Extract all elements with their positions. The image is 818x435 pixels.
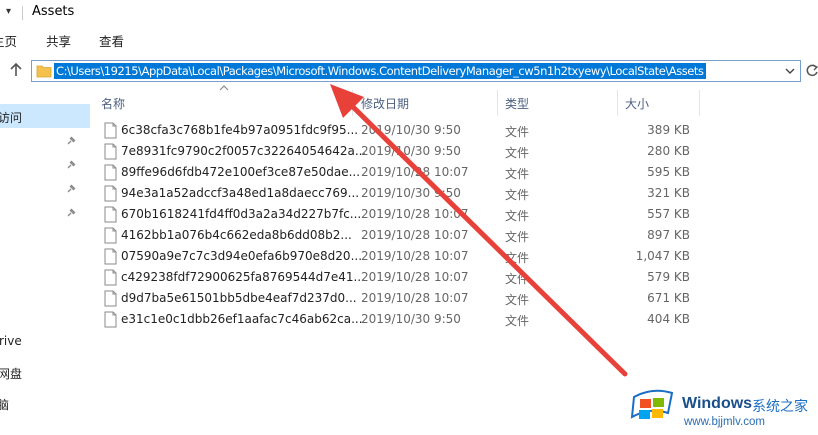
file-row[interactable]: 94e3a1a52adccf3a48ed1a8daecc769... 2019/1… (100, 184, 700, 205)
pin-icon[interactable] (66, 136, 76, 146)
file-date: 2019/10/28 10:07 (361, 228, 469, 242)
column-header-name[interactable]: 名称 (101, 95, 125, 119)
watermark-brand: Windows (682, 395, 753, 412)
file-date: 2019/10/28 10:07 (361, 207, 469, 221)
file-date: 2019/10/30 9:50 (361, 123, 461, 137)
file-icon (104, 122, 117, 139)
file-type: 文件 (505, 272, 530, 286)
file-size: 1,047 KB (635, 249, 690, 263)
file-name[interactable]: 89ffe96d6fdb472e100ef3ce87e50dae... (121, 165, 360, 179)
quick-access-dropdown-icon[interactable]: ▾ (6, 6, 11, 17)
file-row[interactable]: 4162bb1a076b4c662eda8b6dd08b2... 2019/10/… (100, 226, 700, 247)
nav-item-quick-access[interactable]: 访问 (0, 109, 22, 126)
file-type: 文件 (505, 293, 530, 307)
file-size: 404 KB (647, 312, 690, 326)
file-row[interactable]: 7e8931fc9790c2f0057c32264054642a... 2019/… (100, 142, 700, 163)
file-size: 579 KB (647, 270, 690, 284)
file-size: 595 KB (647, 165, 690, 179)
file-size: 671 KB (647, 291, 690, 305)
column-header-date[interactable]: 修改日期 (361, 95, 409, 119)
file-type: 文件 (505, 209, 530, 223)
column-divider[interactable] (497, 90, 498, 116)
file-row[interactable]: c429238fdf72900625fa8769544d7e41... 2019/… (100, 268, 700, 289)
file-name[interactable]: e31c1e0c1dbb26ef1aafac7c46ab62ca... (121, 312, 363, 326)
column-divider[interactable] (352, 90, 353, 116)
pin-icon[interactable] (66, 208, 76, 218)
file-date: 2019/10/28 10:07 (361, 270, 469, 284)
pin-icon[interactable] (66, 184, 76, 194)
file-name[interactable]: 670b1618241fd4ff0d3a2a34d227b7fc... (121, 207, 361, 221)
file-row[interactable]: e31c1e0c1dbb26ef1aafac7c46ab62ca... 2019/… (100, 310, 700, 331)
file-name[interactable]: d9d7ba5e61501bb5dbe4eaf7d237d0... (121, 291, 357, 305)
ribbon: 主页 共享 查看 (0, 26, 818, 55)
nav-item-cloud-drive[interactable]: 网盘 (0, 365, 22, 382)
file-date: 2019/10/28 10:07 (361, 291, 469, 305)
file-icon (104, 290, 117, 307)
navigation-pane: 访问 rive 网盘 脑 (0, 90, 92, 435)
nav-item-this-pc[interactable]: 脑 (0, 396, 9, 413)
file-icon (104, 311, 117, 328)
column-divider[interactable] (699, 90, 700, 116)
file-row[interactable]: 6c38cfa3c768b1fe4b97a0951fdc9f95... 2019/… (100, 121, 700, 142)
file-name[interactable]: 4162bb1a076b4c662eda8b6dd08b2... (121, 228, 352, 242)
file-type: 文件 (505, 188, 530, 202)
file-type: 文件 (505, 314, 530, 328)
file-date: 2019/10/30 9:50 (361, 312, 461, 326)
file-name[interactable]: 94e3a1a52adccf3a48ed1a8daecc769... (121, 186, 359, 200)
file-name[interactable]: 7e8931fc9790c2f0057c32264054642a... (121, 144, 366, 158)
file-size: 280 KB (647, 144, 690, 158)
file-date: 2019/10/30 9:50 (361, 144, 461, 158)
file-row[interactable]: d9d7ba5e61501bb5dbe4eaf7d237d0... 2019/10… (100, 289, 700, 310)
file-type: 文件 (505, 167, 530, 181)
column-divider[interactable] (617, 90, 618, 116)
file-icon (104, 206, 117, 223)
file-type: 文件 (505, 251, 530, 265)
file-type: 文件 (505, 230, 530, 244)
chevron-down-icon[interactable] (784, 64, 796, 78)
column-header-size[interactable]: 大小 (625, 95, 649, 119)
file-size: 897 KB (647, 228, 690, 242)
file-icon (104, 227, 117, 244)
file-row[interactable]: 89ffe96d6fdb472e100ef3ce87e50dae... 2019/… (100, 163, 700, 184)
file-icon (104, 269, 117, 286)
address-row: C:\Users\19215\AppData\Local\Packages\Mi… (0, 54, 818, 90)
tab-home[interactable]: 主页 (0, 31, 17, 50)
watermark: Windows 系统之家 www.bjjmlv.com (628, 385, 818, 435)
file-date: 2019/10/28 10:07 (361, 249, 469, 263)
pin-icon[interactable] (66, 160, 76, 170)
tab-share[interactable]: 共享 (46, 31, 71, 50)
file-icon (104, 164, 117, 181)
tab-view[interactable]: 查看 (99, 31, 124, 50)
file-size: 389 KB (647, 123, 690, 137)
watermark-chinese: 系统之家 (752, 399, 808, 415)
up-arrow-icon[interactable] (7, 61, 25, 79)
refresh-icon[interactable] (805, 63, 818, 79)
title-bar: ▾ Assets (0, 0, 818, 26)
address-bar[interactable]: C:\Users\19215\AppData\Local\Packages\Mi… (31, 60, 801, 82)
column-header-type[interactable]: 类型 (505, 95, 529, 119)
file-date: 2019/10/30 9:50 (361, 186, 461, 200)
windows-logo-icon (630, 389, 674, 419)
file-type: 文件 (505, 125, 530, 139)
file-name[interactable]: 07590a9e7c7c3d94e0efa6b970e8d20... (121, 249, 362, 263)
file-date: 2019/10/28 10:07 (361, 165, 469, 179)
folder-icon (36, 65, 52, 78)
title-separator (22, 6, 23, 20)
file-icon (104, 248, 117, 265)
file-row[interactable]: 07590a9e7c7c3d94e0efa6b970e8d20... 2019/1… (100, 247, 700, 268)
file-icon (104, 143, 117, 160)
watermark-url: www.bjjmlv.com (684, 416, 765, 428)
nav-item-onedrive[interactable]: rive (0, 334, 22, 348)
file-size: 321 KB (647, 186, 690, 200)
sort-ascending-icon (219, 85, 229, 91)
file-icon (104, 185, 117, 202)
file-name[interactable]: 6c38cfa3c768b1fe4b97a0951fdc9f95... (121, 123, 358, 137)
address-path[interactable]: C:\Users\19215\AppData\Local\Packages\Mi… (54, 63, 706, 79)
window-title: Assets (32, 4, 75, 19)
file-name[interactable]: c429238fdf72900625fa8769544d7e41... (121, 270, 365, 284)
file-type: 文件 (505, 146, 530, 160)
file-row[interactable]: 670b1618241fd4ff0d3a2a34d227b7fc... 2019/… (100, 205, 700, 226)
file-size: 557 KB (647, 207, 690, 221)
